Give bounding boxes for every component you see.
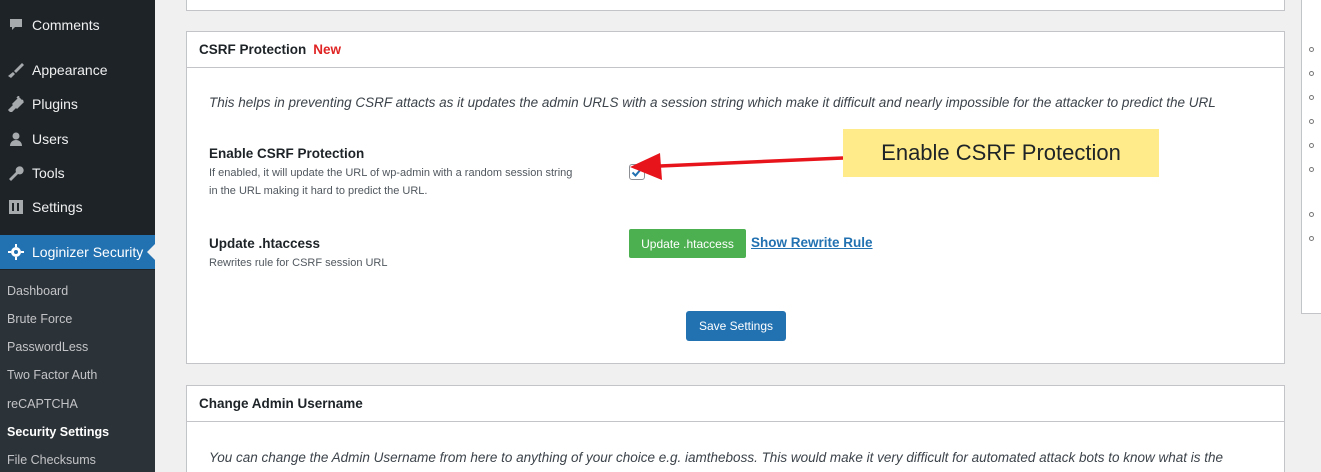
list-bullet bbox=[1309, 119, 1314, 124]
menu-item-label: Users bbox=[32, 131, 69, 147]
comment-icon bbox=[6, 15, 26, 35]
menu-item-label: Loginizer Security bbox=[32, 244, 144, 260]
menu-item-comments[interactable]: Comments bbox=[0, 8, 155, 42]
gear-icon bbox=[6, 242, 26, 262]
wrench-icon bbox=[6, 163, 26, 183]
submenu-item-brute-force[interactable]: Brute Force bbox=[7, 312, 72, 326]
enable-csrf-help-line2: in the URL making it hard to predict the… bbox=[209, 185, 428, 197]
update-htaccess-label: Update .htaccess bbox=[209, 236, 321, 251]
admin-sidebar: Comments Appearance Plugins Users Tools … bbox=[0, 0, 155, 472]
menu-item-label: Comments bbox=[32, 17, 100, 33]
menu-item-loginizer-security[interactable]: Loginizer Security bbox=[0, 235, 155, 269]
panel-title: Change Admin Username bbox=[199, 396, 363, 411]
submenu-item-recaptcha[interactable]: reCAPTCHA bbox=[7, 397, 78, 411]
active-pointer bbox=[147, 244, 155, 260]
save-settings-button[interactable]: Save Settings bbox=[686, 311, 786, 341]
menu-item-label: Settings bbox=[32, 199, 83, 215]
submenu: Dashboard Brute Force PasswordLess Two F… bbox=[0, 270, 155, 472]
panel-title: CSRF Protection bbox=[199, 42, 307, 57]
menu-item-label: Tools bbox=[32, 165, 65, 181]
menu-item-plugins[interactable]: Plugins bbox=[0, 87, 155, 121]
list-bullet bbox=[1309, 71, 1314, 76]
list-bullet bbox=[1309, 236, 1314, 241]
callout-box: Enable CSRF Protection bbox=[843, 129, 1159, 177]
menu-item-label: Plugins bbox=[32, 96, 78, 112]
brush-icon bbox=[6, 60, 26, 80]
settings-icon bbox=[6, 197, 26, 217]
menu-item-settings[interactable]: Settings bbox=[0, 190, 155, 224]
csrf-description: This helps in preventing CSRF attacts as… bbox=[209, 95, 1216, 110]
admin-username-description: You can change the Admin Username from h… bbox=[209, 450, 1224, 465]
submenu-item-security-settings[interactable]: Security Settings bbox=[7, 425, 109, 439]
list-bullet bbox=[1309, 143, 1314, 148]
enable-csrf-label: Enable CSRF Protection bbox=[209, 146, 365, 161]
menu-item-tools[interactable]: Tools bbox=[0, 156, 155, 190]
list-bullet bbox=[1309, 212, 1314, 217]
update-htaccess-help: Rewrites rule for CSRF session URL bbox=[209, 257, 388, 269]
change-admin-username-panel: Change Admin Username You can change the… bbox=[186, 385, 1285, 472]
submenu-item-two-factor-auth[interactable]: Two Factor Auth bbox=[7, 368, 97, 382]
user-icon bbox=[6, 129, 26, 149]
update-htaccess-button[interactable]: Update .htaccess bbox=[629, 229, 746, 258]
panel-header: Change Admin Username bbox=[187, 386, 1284, 422]
panel-header: CSRF Protection New bbox=[187, 32, 1284, 68]
show-rewrite-rule-link[interactable]: Show Rewrite Rule bbox=[751, 235, 873, 250]
new-badge: New bbox=[313, 42, 342, 57]
csrf-protection-panel: CSRF Protection New This helps in preven… bbox=[186, 31, 1285, 364]
menu-item-appearance[interactable]: Appearance bbox=[0, 53, 155, 87]
list-bullet bbox=[1309, 95, 1314, 100]
right-side-panel bbox=[1301, 0, 1321, 314]
submenu-item-passwordless[interactable]: PasswordLess bbox=[7, 340, 88, 354]
submenu-item-dashboard[interactable]: Dashboard bbox=[7, 284, 68, 298]
submenu-item-file-checksums[interactable]: File Checksums bbox=[7, 453, 96, 467]
menu-item-users[interactable]: Users bbox=[0, 122, 155, 156]
enable-csrf-help-line1: If enabled, it will update the URL of wp… bbox=[209, 167, 573, 179]
plug-icon bbox=[6, 94, 26, 114]
list-bullet bbox=[1309, 47, 1314, 52]
red-arrow-annotation bbox=[630, 153, 844, 180]
menu-item-label: Appearance bbox=[32, 62, 108, 78]
enable-csrf-help: If enabled, it will update the URL of wp… bbox=[209, 164, 619, 200]
previous-panel bbox=[186, 0, 1285, 11]
list-bullet bbox=[1309, 167, 1314, 172]
